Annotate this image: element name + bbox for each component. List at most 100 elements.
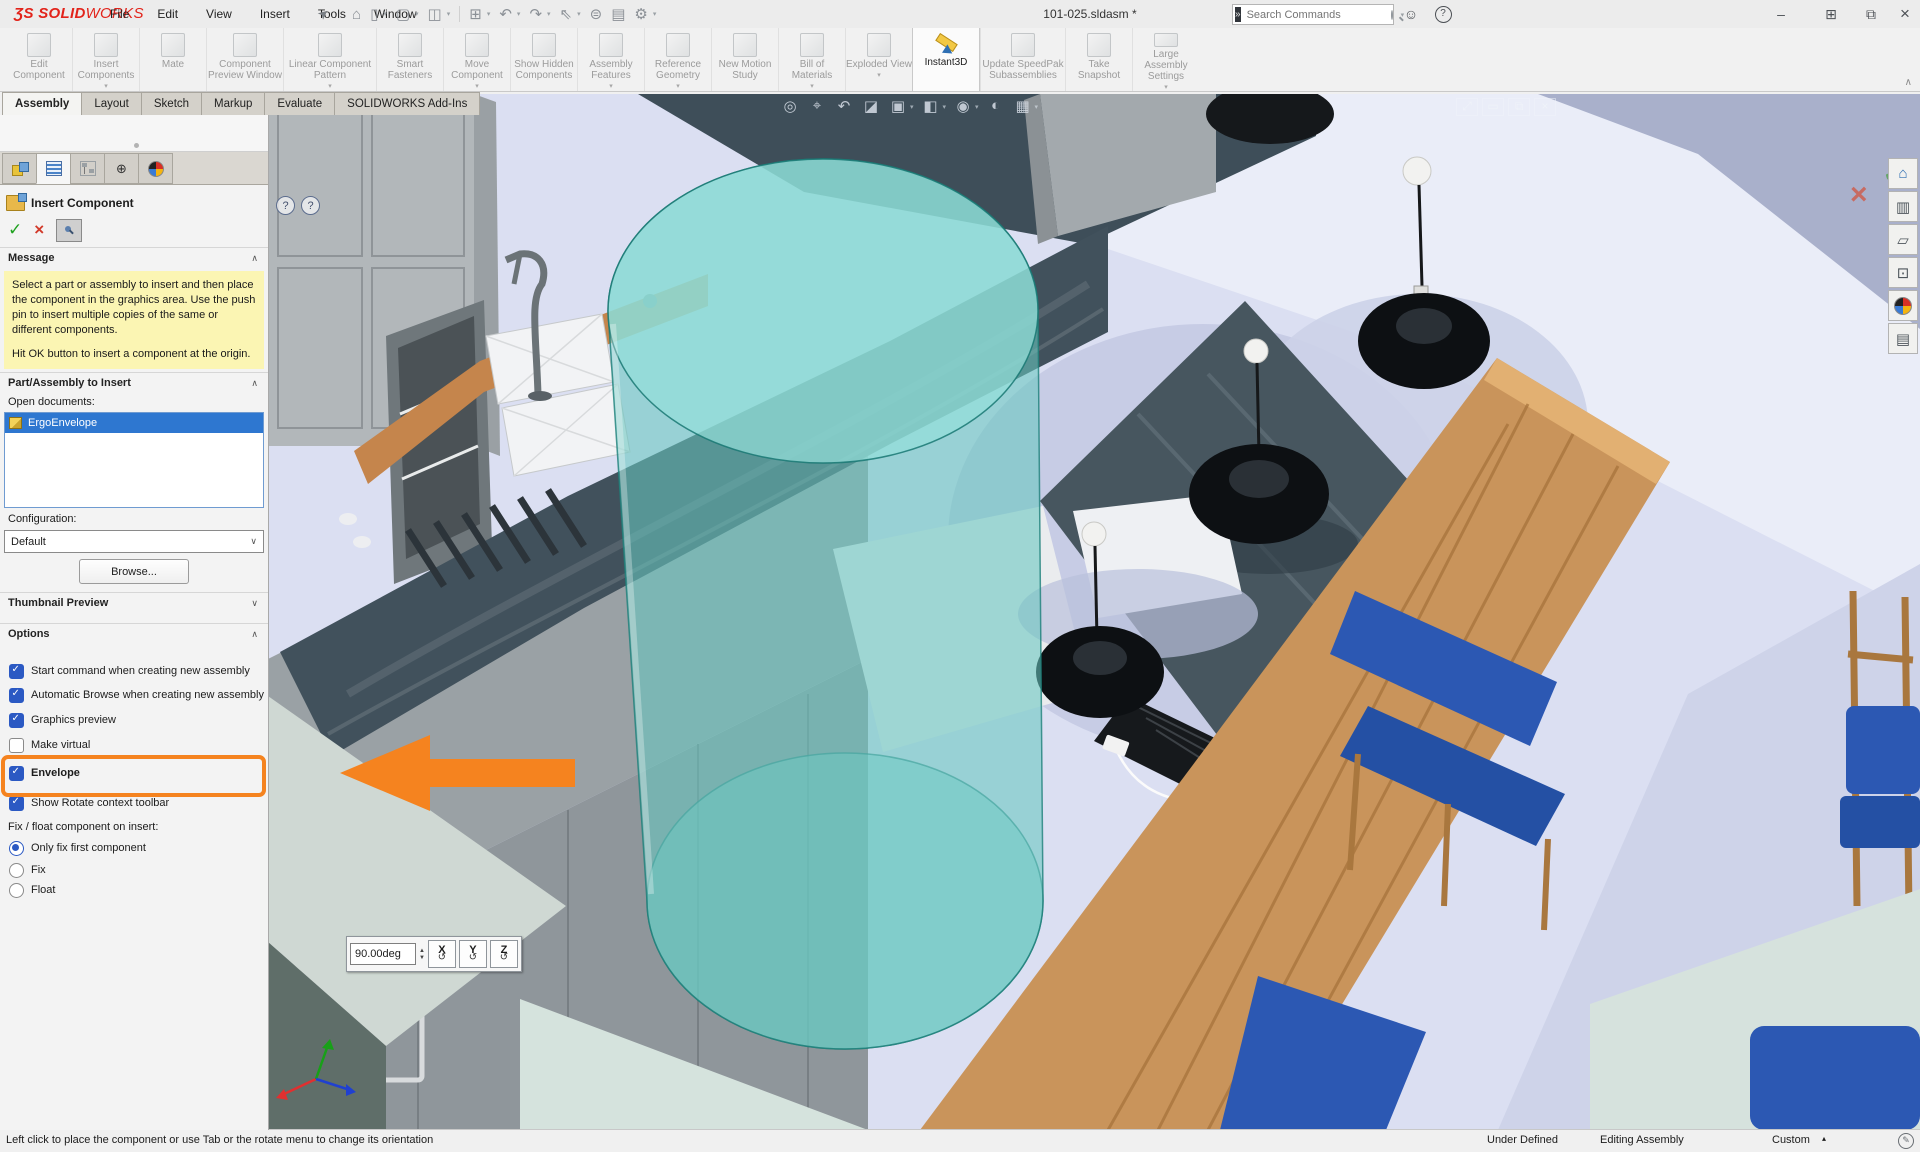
checkbox-icon[interactable] xyxy=(9,688,24,703)
chevron-down-icon[interactable]: ▾ xyxy=(577,10,581,18)
chevron-down-icon[interactable]: ▾ xyxy=(517,10,521,18)
viewport-minimize-icon[interactable]: ▭ xyxy=(1482,98,1504,116)
chevron-down-icon[interactable]: ▾ xyxy=(547,10,551,18)
ribbon-component-preview-window[interactable]: Component Preview Window xyxy=(206,28,283,91)
menu-insert[interactable]: Insert xyxy=(260,7,290,21)
ribbon-new-motion-study[interactable]: New Motion Study xyxy=(711,28,778,91)
view-settings-icon[interactable]: ▦ xyxy=(1013,97,1033,115)
chevron-down-icon[interactable]: ▾ xyxy=(877,71,881,79)
ribbon-collapse-icon[interactable]: ∧ xyxy=(1905,77,1912,88)
ribbon-take-snapshot[interactable]: Take Snapshot xyxy=(1065,28,1132,91)
ribbon-show-hidden-components[interactable]: Show Hidden Components xyxy=(510,28,577,91)
rotate-angle-input[interactable]: 90.00deg xyxy=(350,943,416,965)
viewport-restore-icon[interactable]: ⧉ xyxy=(1508,98,1530,116)
display-style-icon[interactable]: ◧ xyxy=(921,97,941,115)
chevron-down-icon[interactable]: ▾ xyxy=(487,10,491,18)
spinner-up-icon[interactable]: ▲ xyxy=(419,948,425,954)
search-input[interactable] xyxy=(1245,8,1391,22)
menu-edit[interactable]: Edit xyxy=(157,7,178,21)
tab-property-manager[interactable] xyxy=(36,153,71,184)
ribbon-mate[interactable]: Mate xyxy=(139,28,206,91)
section-message[interactable]: Message∧ xyxy=(0,247,268,268)
radio-icon[interactable] xyxy=(9,841,24,856)
option-automatic-browse[interactable]: Automatic Browse when creating new assem… xyxy=(0,685,268,705)
status-custom[interactable]: Custom xyxy=(1772,1134,1810,1146)
ribbon-bill-of-materials[interactable]: Bill of Materials▾ xyxy=(778,28,845,91)
ribbon-large-assembly-settings[interactable]: Large Assembly Settings▾ xyxy=(1132,28,1199,91)
chevron-down-icon[interactable]: ▾ xyxy=(609,82,613,90)
rotate-z-button[interactable]: Z↺ xyxy=(490,940,518,968)
open-icon[interactable]: ▢ xyxy=(396,5,410,23)
taskpane-home-button[interactable]: ⌂ xyxy=(1888,158,1918,189)
close-button[interactable]: × xyxy=(1890,0,1920,28)
help-icon[interactable]: ? xyxy=(301,196,320,215)
checkbox-icon[interactable] xyxy=(9,713,24,728)
chevron-down-icon[interactable]: ▾ xyxy=(1035,103,1039,115)
option-make-virtual[interactable]: Make virtual xyxy=(0,735,268,755)
configuration-select[interactable]: Default ∨ xyxy=(4,530,264,553)
ribbon-assembly-features[interactable]: Assembly Features▾ xyxy=(577,28,644,91)
spinner-down-icon[interactable]: ▼ xyxy=(419,955,425,961)
chevron-down-icon[interactable]: ▾ xyxy=(328,82,332,90)
zoom-fit-icon[interactable]: ◎ xyxy=(780,97,800,115)
menu-file[interactable]: File xyxy=(110,7,129,21)
chevron-up-icon[interactable]: ∧ xyxy=(251,378,258,389)
chevron-down-icon[interactable]: ▾ xyxy=(943,103,947,115)
properties-icon[interactable]: ▤ xyxy=(611,5,625,23)
tab-solidworks-add-ins[interactable]: SOLIDWORKS Add-Ins xyxy=(334,92,480,115)
radio-icon[interactable] xyxy=(9,863,24,878)
option-start-command[interactable]: Start command when creating new assembly xyxy=(0,661,268,681)
viewport-close-icon[interactable]: × xyxy=(1534,98,1556,116)
home-icon[interactable]: ⌂ xyxy=(352,6,361,23)
section-view-icon[interactable]: ◪ xyxy=(861,97,881,115)
tab-feature-manager[interactable] xyxy=(2,153,37,184)
chevron-down-icon[interactable]: ▾ xyxy=(475,82,479,90)
menu-view[interactable]: View xyxy=(206,7,232,21)
select-icon[interactable]: ⇖ xyxy=(560,5,573,23)
tags-icon[interactable]: ✎ xyxy=(1898,1133,1914,1149)
browse-button[interactable]: Browse... xyxy=(79,559,189,584)
radio-float[interactable]: Float xyxy=(0,881,268,899)
cascade-button[interactable]: ⧉ xyxy=(1856,0,1886,28)
radio-fix[interactable]: Fix xyxy=(0,861,268,879)
tab-assembly[interactable]: Assembly xyxy=(2,92,82,115)
viewport-3d-scene[interactable] xyxy=(268,94,1920,1130)
tab-evaluate[interactable]: Evaluate xyxy=(264,92,335,115)
ribbon-move-component[interactable]: Move Component▾ xyxy=(443,28,510,91)
ribbon-edit-component[interactable]: Edit Component xyxy=(6,28,72,91)
panel-splitter[interactable] xyxy=(0,115,268,152)
taskpane-appearances-button[interactable] xyxy=(1888,290,1918,321)
list-item-ergoenvelope[interactable]: ErgoEnvelope xyxy=(5,413,263,433)
tab-markup[interactable]: Markup xyxy=(201,92,265,115)
settings-icon[interactable]: ⚙ xyxy=(634,5,647,23)
tab-dimxpert-manager[interactable]: ⊕ xyxy=(104,153,139,184)
section-thumbnail-preview[interactable]: Thumbnail Preview∨ xyxy=(0,592,268,613)
chevron-down-icon[interactable]: ▾ xyxy=(676,82,680,90)
redo-icon[interactable]: ↷ xyxy=(529,5,542,23)
taskpane-file-explorer-button[interactable]: ▱ xyxy=(1888,224,1918,255)
ribbon-reference-geometry[interactable]: Reference Geometry▾ xyxy=(644,28,711,91)
pin-help-icon[interactable]: ? xyxy=(276,196,295,215)
radio-only-fix-first[interactable]: Only fix first component xyxy=(0,839,268,857)
ribbon-insert-components[interactable]: Insert Components▾ xyxy=(72,28,139,91)
view-orientation-icon[interactable]: ▣ xyxy=(888,97,908,115)
tab-sketch[interactable]: Sketch xyxy=(141,92,202,115)
chevron-up-icon[interactable]: ∧ xyxy=(251,629,258,640)
print-icon[interactable]: ⊞ xyxy=(469,5,482,23)
taskpane-custom-properties-button[interactable]: ▤ xyxy=(1888,323,1918,354)
chevron-down-icon[interactable]: ▾ xyxy=(653,10,657,18)
tab-configuration-manager[interactable] xyxy=(70,153,105,184)
resize-button[interactable]: ⊞ xyxy=(1816,0,1846,28)
tab-layout[interactable]: Layout xyxy=(81,92,142,115)
chevron-down-icon[interactable]: ▾ xyxy=(1164,83,1168,91)
save-icon[interactable]: ◫ xyxy=(428,5,442,23)
ribbon-instant3d[interactable]: Instant3D xyxy=(912,28,980,91)
splitter-handle[interactable] xyxy=(134,143,139,148)
section-part-assembly-to-insert[interactable]: Part/Assembly to Insert∧ xyxy=(0,372,268,393)
ergo-envelope-cylinder[interactable] xyxy=(608,159,1043,1049)
chevron-down-icon[interactable]: ▾ xyxy=(447,10,451,18)
taskpane-view-palette-button[interactable]: ⊡ xyxy=(1888,257,1918,288)
taskpane-design-library-button[interactable]: ▥ xyxy=(1888,191,1918,222)
push-pin-button[interactable] xyxy=(56,219,82,242)
undo-icon[interactable]: ↶ xyxy=(499,5,512,23)
